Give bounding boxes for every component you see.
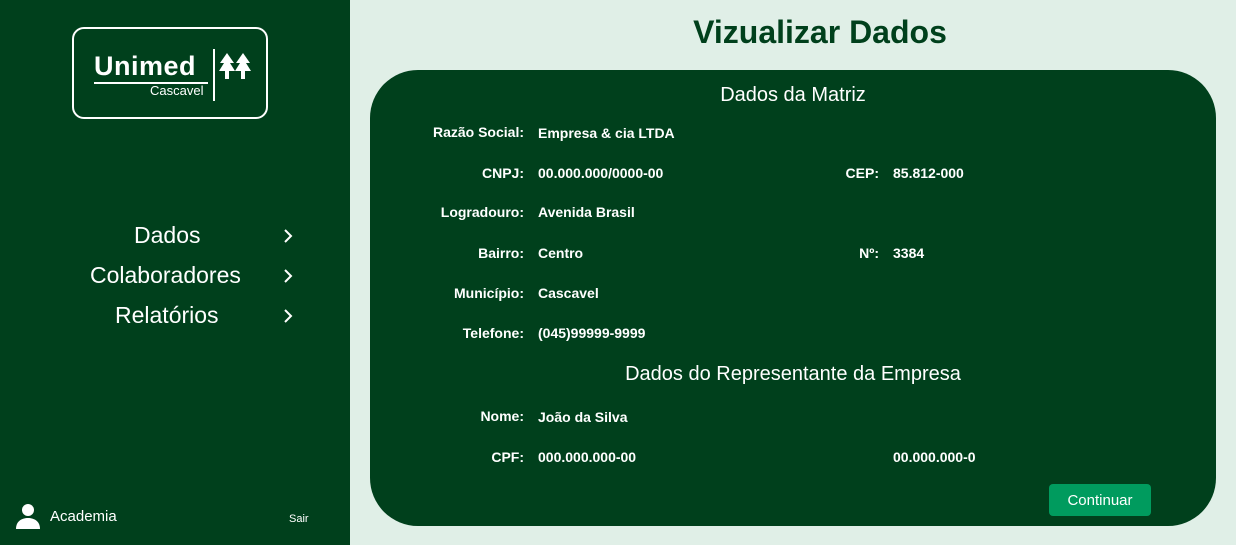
numero-value: 3384: [893, 245, 925, 261]
bairro-label: Bairro:: [478, 245, 524, 261]
cpf-label: CPF:: [491, 449, 524, 465]
sidebar-item-label: Relatórios: [115, 302, 219, 328]
data-card: Dados da Matriz Razão Social: Empresa & …: [370, 70, 1216, 526]
sidebar-item-colaboradores[interactable]: Colaboradores: [0, 258, 350, 298]
sidebar-item-label: Dados: [134, 222, 201, 248]
sidebar-item-relatorios[interactable]: Relatórios: [0, 298, 350, 338]
chevron-right-icon: [284, 309, 293, 323]
cnpj-label: CNPJ:: [481, 165, 524, 181]
continue-button[interactable]: Continuar: [1049, 484, 1151, 516]
logradouro-label: Logradouro:: [440, 204, 524, 220]
rg-value: 00.000.000-0: [893, 449, 976, 465]
cpf-value: 000.000.000-00: [538, 449, 637, 465]
chevron-right-icon: [284, 229, 293, 243]
municipio-value: Cascavel: [538, 285, 599, 301]
logo-word: Unimed: [94, 51, 197, 81]
unimed-logo[interactable]: Unimed Cascavel: [72, 27, 268, 119]
user-icon: [16, 504, 40, 529]
unimed-logo-icon: [219, 53, 251, 79]
sidebar-nav: Dados Colaboradores Relatórios: [0, 218, 350, 338]
representante-section-title: Dados do Representante da Empresa: [625, 363, 961, 385]
cep-label: CEP:: [845, 165, 879, 181]
matriz-section-title: Dados da Matriz: [720, 84, 866, 106]
sidebar-item-label: Colaboradores: [90, 262, 241, 288]
user-name: Academia: [50, 507, 117, 525]
nome-label: Nome:: [480, 408, 524, 424]
sidebar: Unimed Cascavel Dados Colaboradores Rela…: [0, 0, 350, 545]
user-profile[interactable]: Academia: [15, 503, 117, 529]
telefone-label: Telefone:: [462, 325, 524, 341]
logout-link[interactable]: Sair: [289, 513, 309, 525]
sidebar-item-dados[interactable]: Dados: [0, 218, 350, 258]
razao-social-label: Razão Social:: [432, 124, 524, 140]
telefone-value: (045)99999-9999: [538, 325, 646, 341]
page-title: Vizualizar Dados: [693, 14, 947, 50]
numero-label: Nº:: [859, 245, 879, 261]
logo-subtitle: Cascavel: [150, 83, 204, 98]
cnpj-value: 00.000.000/0000-00: [538, 165, 664, 181]
logo-divider: [213, 49, 215, 101]
cep-value: 85.812-000: [893, 165, 964, 181]
razao-social-value: Empresa & cia LTDA: [538, 125, 675, 141]
nome-value: João da Silva: [538, 409, 628, 425]
bairro-value: Centro: [538, 245, 584, 261]
municipio-label: Município:: [454, 285, 524, 301]
logradouro-value: Avenida Brasil: [538, 204, 635, 220]
chevron-right-icon: [284, 269, 293, 283]
